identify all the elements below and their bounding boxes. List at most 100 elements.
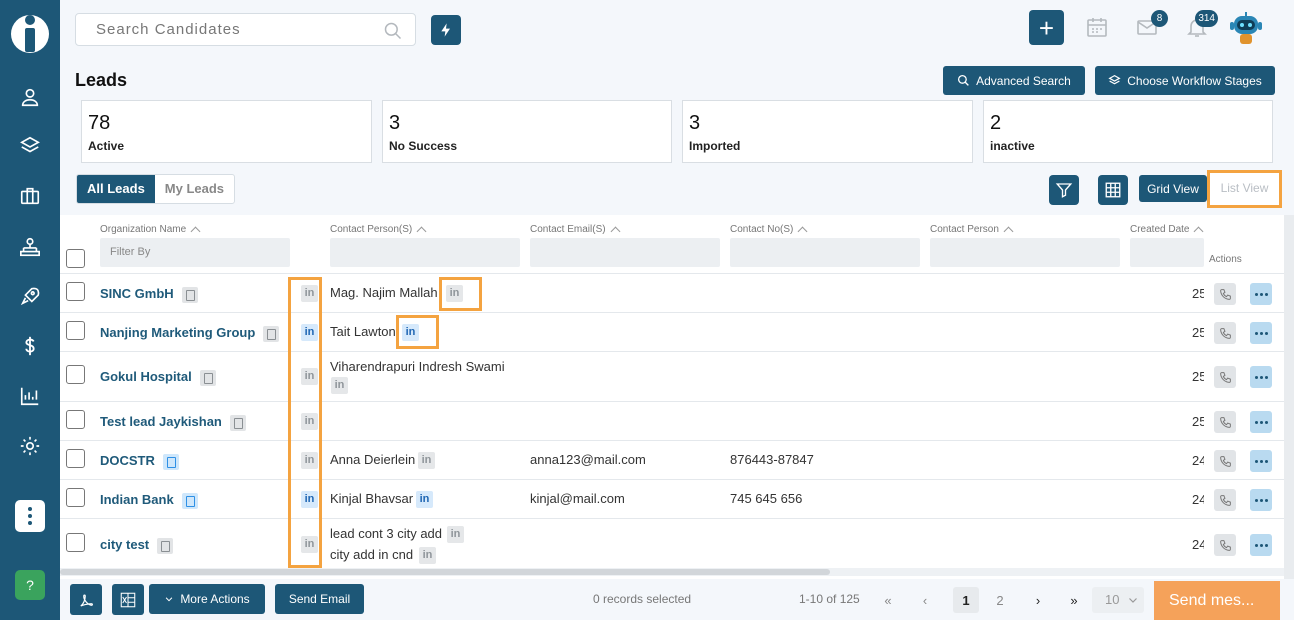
select-all-checkbox[interactable] bbox=[66, 249, 85, 268]
stat-card-inactive[interactable]: 2 inactive bbox=[983, 100, 1273, 163]
table-row[interactable]: Gokul Hospital in Viharendrapuri Indresh… bbox=[60, 351, 1284, 401]
document-icon[interactable] bbox=[162, 453, 179, 470]
phone-icon[interactable] bbox=[1214, 489, 1236, 511]
table-row[interactable]: DOCSTR in Anna Deierlein in anna123@mail… bbox=[60, 440, 1284, 479]
org-link[interactable]: Nanjing Marketing Group bbox=[100, 325, 280, 342]
filter-contacts-input[interactable] bbox=[330, 238, 520, 267]
linkedin-icon[interactable]: in bbox=[446, 285, 463, 302]
row-checkbox[interactable] bbox=[66, 449, 85, 468]
bell-icon[interactable]: 314 bbox=[1185, 10, 1218, 39]
table-row[interactable]: Test lead Jaykishan in 25 bbox=[60, 401, 1284, 440]
linkedin-icon[interactable]: in bbox=[418, 452, 435, 469]
send-message-button[interactable]: Send mes... bbox=[1154, 581, 1280, 620]
contact-email[interactable]: anna123@mail.com bbox=[530, 452, 646, 467]
bolt-icon[interactable] bbox=[431, 15, 461, 45]
header-contact-numbers[interactable]: Contact No(S) bbox=[730, 224, 808, 237]
phone-icon[interactable] bbox=[1214, 534, 1236, 556]
grid-icon[interactable] bbox=[1098, 175, 1128, 205]
tab-all-leads[interactable]: All Leads bbox=[77, 175, 155, 203]
row-checkbox[interactable] bbox=[66, 321, 85, 340]
row-more-button[interactable] bbox=[1250, 411, 1272, 433]
rocket-icon[interactable] bbox=[15, 281, 45, 311]
phone-icon[interactable] bbox=[1214, 450, 1236, 472]
search-input[interactable] bbox=[76, 14, 366, 45]
contact-phone[interactable]: 745 645 656 bbox=[730, 491, 802, 506]
mail-icon[interactable]: 8 bbox=[1135, 10, 1168, 39]
table-row[interactable]: SINC GmbH in Mag. Najim Mallah in 25 bbox=[60, 273, 1284, 312]
phone-icon[interactable] bbox=[1214, 411, 1236, 433]
scroll-thumb[interactable] bbox=[60, 569, 830, 575]
header-contact-emails[interactable]: Contact Email(S) bbox=[530, 224, 621, 237]
filter-email-input[interactable] bbox=[530, 238, 720, 267]
linkedin-icon[interactable]: in bbox=[301, 413, 318, 430]
document-icon[interactable] bbox=[157, 537, 174, 554]
chart-icon[interactable] bbox=[15, 381, 45, 411]
org-link[interactable]: Test lead Jaykishan bbox=[100, 414, 246, 431]
linkedin-icon[interactable]: in bbox=[301, 324, 318, 341]
filter-person-input[interactable] bbox=[930, 238, 1120, 267]
briefcase-icon[interactable] bbox=[15, 181, 45, 211]
help-icon[interactable]: ? bbox=[15, 570, 45, 600]
linkedin-icon[interactable]: in bbox=[301, 491, 318, 508]
row-checkbox[interactable] bbox=[66, 365, 85, 384]
search-icon[interactable] bbox=[383, 21, 403, 41]
org-link[interactable]: Gokul Hospital bbox=[100, 369, 216, 386]
row-checkbox[interactable] bbox=[66, 282, 85, 301]
linkedin-icon[interactable]: in bbox=[301, 536, 318, 553]
header-created-date[interactable]: Created Date bbox=[1130, 224, 1204, 237]
linkedin-icon[interactable]: in bbox=[402, 324, 419, 341]
tab-my-leads[interactable]: My Leads bbox=[155, 175, 234, 203]
last-page-button[interactable]: » bbox=[1061, 587, 1087, 613]
row-more-button[interactable] bbox=[1250, 534, 1272, 556]
table-row[interactable]: Indian Bank in Kinjal Bhavsar in kinjal@… bbox=[60, 479, 1284, 518]
vertical-scrollbar[interactable] bbox=[1284, 215, 1294, 579]
document-icon[interactable] bbox=[199, 369, 216, 386]
more-actions-button[interactable]: More Actions bbox=[149, 584, 265, 614]
org-link[interactable]: Indian Bank bbox=[100, 492, 198, 509]
layers-icon[interactable] bbox=[15, 131, 45, 161]
sort-icon[interactable] bbox=[190, 226, 201, 237]
header-organization[interactable]: Organization Name bbox=[100, 224, 201, 237]
calendar-icon[interactable] bbox=[1085, 15, 1109, 39]
excel-icon[interactable] bbox=[112, 584, 144, 615]
page-1-button[interactable]: 1 bbox=[953, 587, 979, 613]
advanced-search-button[interactable]: Advanced Search bbox=[943, 66, 1085, 95]
phone-icon[interactable] bbox=[1214, 366, 1236, 388]
sort-icon[interactable] bbox=[416, 226, 427, 237]
filter-organization-input[interactable] bbox=[100, 238, 290, 267]
linkedin-icon[interactable]: in bbox=[301, 368, 318, 385]
page-size-select[interactable]: 10 bbox=[1092, 587, 1144, 613]
filter-phone-input[interactable] bbox=[730, 238, 920, 267]
row-more-button[interactable] bbox=[1250, 366, 1272, 388]
linkedin-icon[interactable]: in bbox=[419, 547, 436, 564]
more-icon[interactable] bbox=[15, 500, 45, 532]
filter-icon[interactable] bbox=[1049, 175, 1079, 205]
stat-card-active[interactable]: 78 Active bbox=[81, 100, 372, 163]
bot-avatar-icon[interactable] bbox=[1228, 10, 1264, 46]
row-checkbox[interactable] bbox=[66, 488, 85, 507]
plus-icon[interactable]: + bbox=[1029, 10, 1064, 45]
phone-icon[interactable] bbox=[1214, 322, 1236, 344]
sort-icon[interactable] bbox=[610, 226, 621, 237]
dollar-icon[interactable] bbox=[15, 331, 45, 361]
linkedin-icon[interactable]: in bbox=[447, 526, 464, 543]
row-more-button[interactable] bbox=[1250, 450, 1272, 472]
user-icon[interactable] bbox=[15, 82, 45, 112]
prev-page-button[interactable]: ‹ bbox=[912, 587, 938, 613]
row-more-button[interactable] bbox=[1250, 322, 1272, 344]
header-contact-person[interactable]: Contact Person bbox=[930, 224, 1014, 237]
filter-date-input[interactable] bbox=[1130, 238, 1204, 267]
org-link[interactable]: DOCSTR bbox=[100, 453, 179, 470]
app-logo[interactable] bbox=[10, 8, 50, 56]
first-page-button[interactable]: « bbox=[875, 587, 901, 613]
phone-icon[interactable] bbox=[1214, 283, 1236, 305]
stat-card-imported[interactable]: 3 Imported bbox=[682, 100, 973, 163]
row-more-button[interactable] bbox=[1250, 489, 1272, 511]
org-link[interactable]: SINC GmbH bbox=[100, 286, 198, 303]
contact-email[interactable]: kinjal@mail.com bbox=[530, 491, 625, 506]
page-2-button[interactable]: 2 bbox=[987, 587, 1013, 613]
org-link[interactable]: city test bbox=[100, 537, 174, 554]
sort-icon[interactable] bbox=[1003, 226, 1014, 237]
gear-icon[interactable] bbox=[15, 431, 45, 461]
table-row[interactable]: city test in lead cont 3 city add in cit… bbox=[60, 518, 1284, 569]
